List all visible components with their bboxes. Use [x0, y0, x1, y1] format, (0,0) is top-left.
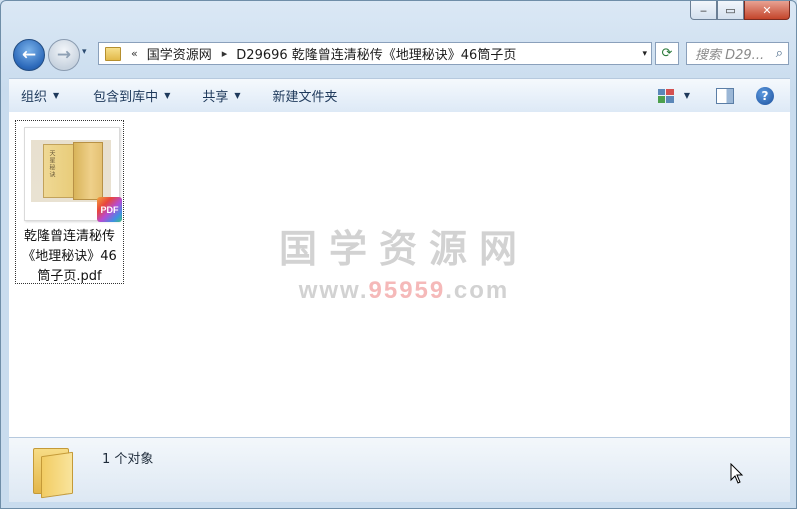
help-icon[interactable]: ? — [756, 86, 774, 105]
refresh-icon: ⟳ — [661, 46, 673, 61]
item-count: 1 个对象 — [102, 452, 154, 467]
address-dropdown-button[interactable]: ▾ — [642, 49, 647, 59]
new-folder-label: 新建文件夹 — [272, 90, 338, 105]
breadcrumb-separator[interactable]: ▸ — [222, 47, 228, 60]
watermark-url: www.95959.com — [274, 277, 534, 305]
chevron-down-icon: ▼ — [53, 91, 60, 100]
new-folder-button[interactable]: 新建文件夹 — [261, 86, 350, 105]
chevron-down-icon: ▼ — [164, 91, 171, 100]
refresh-button[interactable]: ⟳ — [655, 42, 679, 65]
minimize-button[interactable]: ‒ — [690, 1, 717, 20]
watermark-title: 国学资源网 — [278, 227, 529, 271]
watermark-url-suffix: .com — [445, 277, 510, 304]
file-item-pdf[interactable]: 天星秘诀 PDF 乾隆曾连清秘传 《地理秘诀》46 筒子页.pdf — [15, 120, 124, 284]
watermark: 国学资源网 www.95959.com — [274, 218, 534, 305]
recent-pages-button[interactable]: ▾ — [82, 47, 87, 57]
watermark-url-prefix: www. — [298, 277, 369, 304]
back-button[interactable]: ← — [13, 39, 45, 71]
search-input[interactable]: 搜索 D29... ⌕ — [686, 42, 789, 65]
caption-buttons: ‒ ▭ ✕ — [690, 1, 790, 20]
arrow-left-icon: ← — [21, 45, 37, 65]
change-view-icon[interactable] — [657, 88, 674, 103]
book-right-page — [73, 142, 103, 200]
share-label: 共享 — [202, 90, 229, 105]
address-bar[interactable]: « 国学资源网 ▸ D29696 乾隆曾连清秘传《地理秘诀》46筒子页 ▾ — [98, 42, 652, 65]
folder-icon — [33, 444, 73, 499]
arrow-right-icon: → — [56, 45, 72, 65]
command-bar: 组织 ▼ 包含到库中 ▼ 共享 ▼ 新建文件夹 ▼ ? — [9, 78, 790, 113]
folder-icon — [105, 46, 121, 61]
preview-pane-icon[interactable] — [716, 87, 734, 104]
organize-label: 组织 — [21, 90, 48, 105]
watermark-url-highlight: 95959 — [368, 277, 446, 304]
include-library-label: 包含到库中 — [93, 90, 159, 105]
file-name-line2: 《地理秘诀》46 — [22, 249, 117, 264]
organize-button[interactable]: 组织 ▼ — [9, 86, 71, 105]
file-name[interactable]: 乾隆曾连清秘传 《地理秘诀》46 筒子页.pdf — [18, 227, 121, 287]
pdf-icon: PDF — [97, 197, 122, 222]
details-pane: 1 个对象 — [9, 437, 790, 502]
explorer-window: ‒ ▭ ✕ ← → ▾ « 国学资源网 ▸ D29696 乾隆曾连清秘传《地理秘… — [0, 0, 797, 509]
mouse-cursor-icon — [730, 463, 744, 484]
book-title-text: 天星秘诀 — [48, 150, 55, 178]
maximize-button[interactable]: ▭ — [717, 1, 744, 20]
forward-button[interactable]: → — [48, 39, 80, 71]
file-name-line3: 筒子页.pdf — [37, 269, 102, 284]
breadcrumb-current[interactable]: D29696 乾隆曾连清秘传《地理秘诀》46筒子页 — [236, 44, 516, 63]
file-name-line1: 乾隆曾连清秘传 — [23, 229, 115, 244]
chevron-down-icon: ▼ — [234, 91, 241, 100]
breadcrumb-overflow[interactable]: « — [131, 47, 138, 60]
search-placeholder: 搜索 D29... — [695, 48, 765, 63]
breadcrumb-root[interactable]: 国学资源网 — [147, 44, 212, 63]
include-in-library-button[interactable]: 包含到库中 ▼ — [81, 86, 182, 105]
search-icon: ⌕ — [775, 46, 783, 61]
close-button[interactable]: ✕ — [744, 1, 790, 20]
file-list-area[interactable]: 国学资源网 www.95959.com 天星秘诀 PDF 乾隆曾连清秘传 《地理… — [9, 112, 790, 437]
share-button[interactable]: 共享 ▼ — [190, 86, 252, 105]
book-image: 天星秘诀 — [31, 140, 111, 202]
view-options-dropdown[interactable]: ▼ — [684, 91, 690, 100]
